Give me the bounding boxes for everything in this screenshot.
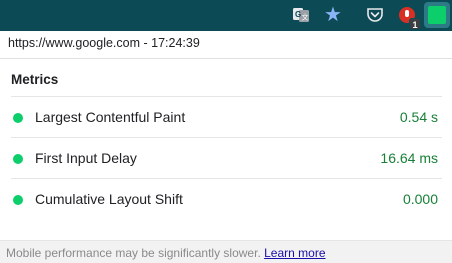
learn-more-link[interactable]: Learn more — [264, 246, 325, 260]
web-vitals-extension-icon[interactable] — [424, 2, 450, 28]
pocket-icon[interactable] — [364, 4, 386, 26]
metric-label: First Input Delay — [35, 150, 137, 166]
svg-text:文: 文 — [302, 13, 309, 22]
translate-icon[interactable]: G 文 — [290, 4, 312, 26]
metric-label: Largest Contentful Paint — [35, 109, 186, 125]
performance-warning-text: Mobile performance may be significantly … — [6, 246, 261, 260]
extension-badge: 1 — [409, 18, 421, 30]
metric-value: 16.64 ms — [380, 150, 438, 166]
divider — [0, 58, 452, 59]
footer-note: Mobile performance may be significantly … — [0, 240, 452, 263]
browser-toolbar: G 文 ★ 1 — [0, 0, 452, 31]
metrics-list: Largest Contentful Paint 0.54 s First In… — [11, 96, 442, 219]
metric-row-fid: First Input Delay 16.64 ms — [11, 137, 442, 178]
page-url-timestamp: https://www.google.com - 17:24:39 — [8, 36, 200, 50]
footer-text-wrapper: Mobile performance may be significantly … — [6, 246, 326, 260]
metric-value: 0.54 s — [399, 109, 438, 125]
status-good-icon — [13, 113, 23, 123]
status-good-icon — [13, 195, 23, 205]
metric-label: Cumulative Layout Shift — [35, 191, 183, 207]
status-good-icon — [13, 154, 23, 164]
metric-value: 0.000 — [402, 191, 438, 207]
web-vitals-status-square — [428, 6, 446, 24]
svg-text:G: G — [295, 10, 301, 19]
web-vitals-popup: https://www.google.com - 17:24:39 Metric… — [0, 31, 452, 263]
bookmark-star-icon[interactable]: ★ — [322, 4, 344, 26]
extension-icon[interactable]: 1 — [396, 4, 421, 30]
metric-row-lcp: Largest Contentful Paint 0.54 s — [11, 96, 442, 137]
metrics-heading: Metrics — [11, 72, 59, 87]
metric-row-cls: Cumulative Layout Shift 0.000 — [11, 178, 442, 219]
